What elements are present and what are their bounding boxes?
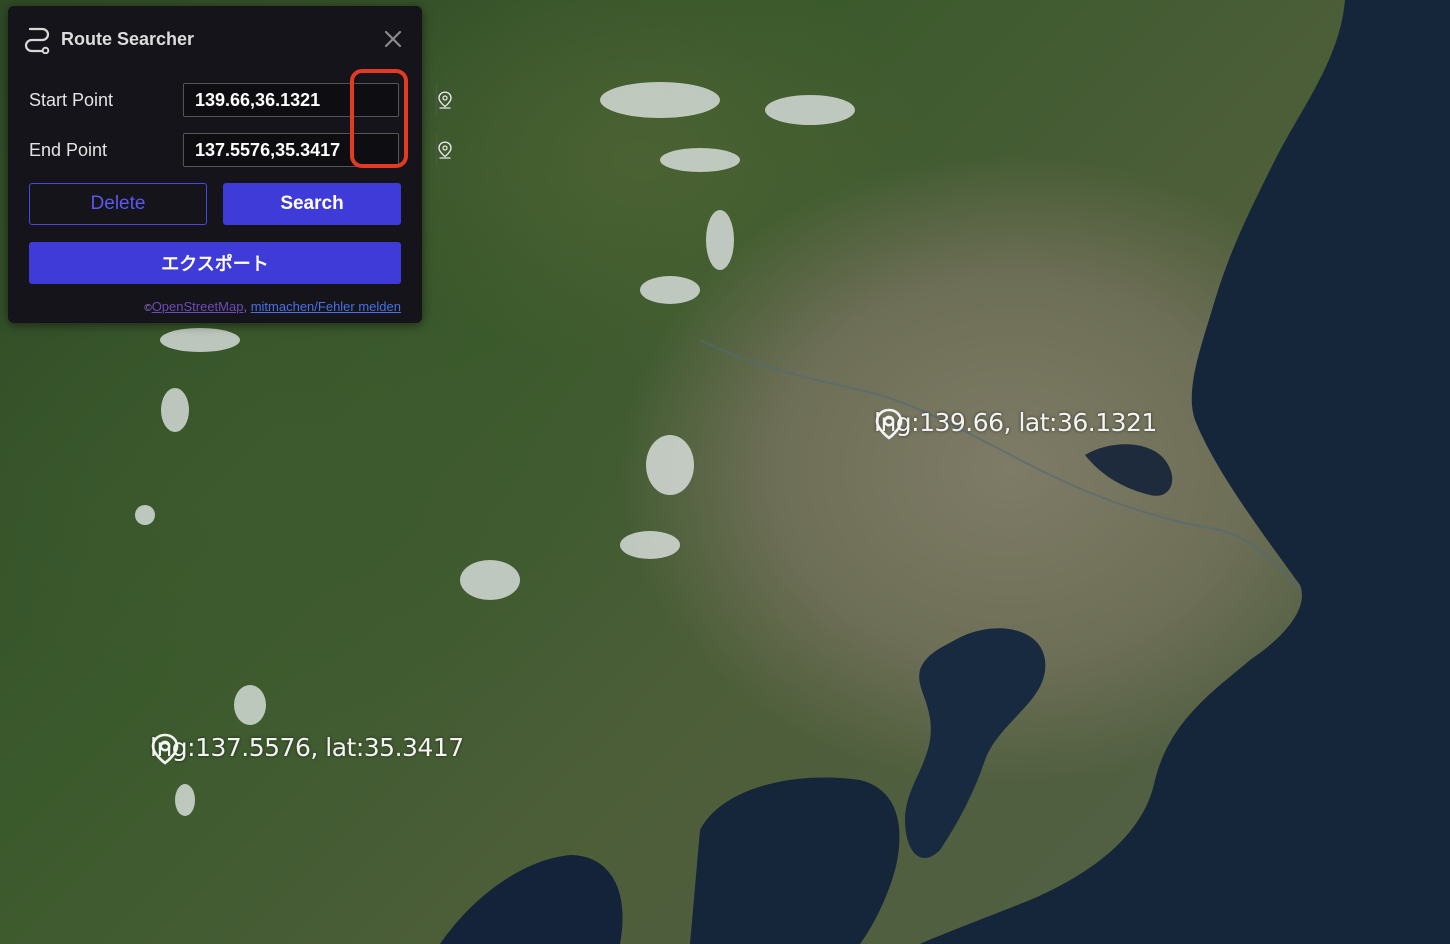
- tokyo-bay: [905, 628, 1046, 859]
- start-point-input[interactable]: [184, 84, 437, 116]
- map-attribution: ©OpenStreetMap, mitmachen/Fehler melden: [144, 299, 401, 314]
- location-pin-icon: [151, 733, 179, 765]
- start-point-label: Start Point: [29, 89, 114, 110]
- suruga-bay: [440, 855, 623, 944]
- export-button[interactable]: エクスポート: [29, 242, 401, 284]
- end-point-label: End Point: [29, 139, 108, 160]
- start-point-row: Start Point: [29, 82, 452, 118]
- marker-label: lng:137.5576, lat:35.3417: [150, 733, 464, 762]
- location-pin-icon: [875, 408, 903, 440]
- map-marker-end[interactable]: lng:137.5576, lat:35.3417: [150, 733, 464, 765]
- sagami-bay: [690, 777, 900, 944]
- lake-kasumigaura: [1085, 444, 1173, 496]
- openstreetmap-link[interactable]: OpenStreetMap: [152, 299, 244, 314]
- close-icon[interactable]: [380, 26, 406, 52]
- ocean-east: [920, 0, 1450, 944]
- start-point-field: [183, 83, 452, 117]
- report-error-link[interactable]: mitmachen/Fehler melden: [251, 299, 401, 314]
- route-searcher-panel: Route Searcher Start Point End Point: [8, 6, 452, 323]
- copyright-symbol: ©: [144, 303, 152, 314]
- end-point-field: [183, 133, 452, 167]
- map-pin-icon: [438, 141, 452, 159]
- start-point-pick-button[interactable]: [437, 84, 453, 116]
- end-point-input[interactable]: [184, 134, 437, 166]
- attribution-separator: ,: [243, 299, 251, 314]
- end-point-pick-button[interactable]: [437, 134, 453, 166]
- end-point-row: End Point: [29, 132, 452, 168]
- panel-header: Route Searcher: [22, 24, 408, 54]
- delete-button[interactable]: Delete: [29, 183, 207, 225]
- map-pin-icon: [438, 91, 452, 109]
- map-marker-start[interactable]: lng:139.66, lat:36.1321: [874, 408, 1157, 440]
- search-button[interactable]: Search: [223, 183, 401, 225]
- panel-title: Route Searcher: [61, 28, 195, 49]
- marker-label: lng:139.66, lat:36.1321: [874, 408, 1157, 437]
- route-icon: [24, 27, 50, 54]
